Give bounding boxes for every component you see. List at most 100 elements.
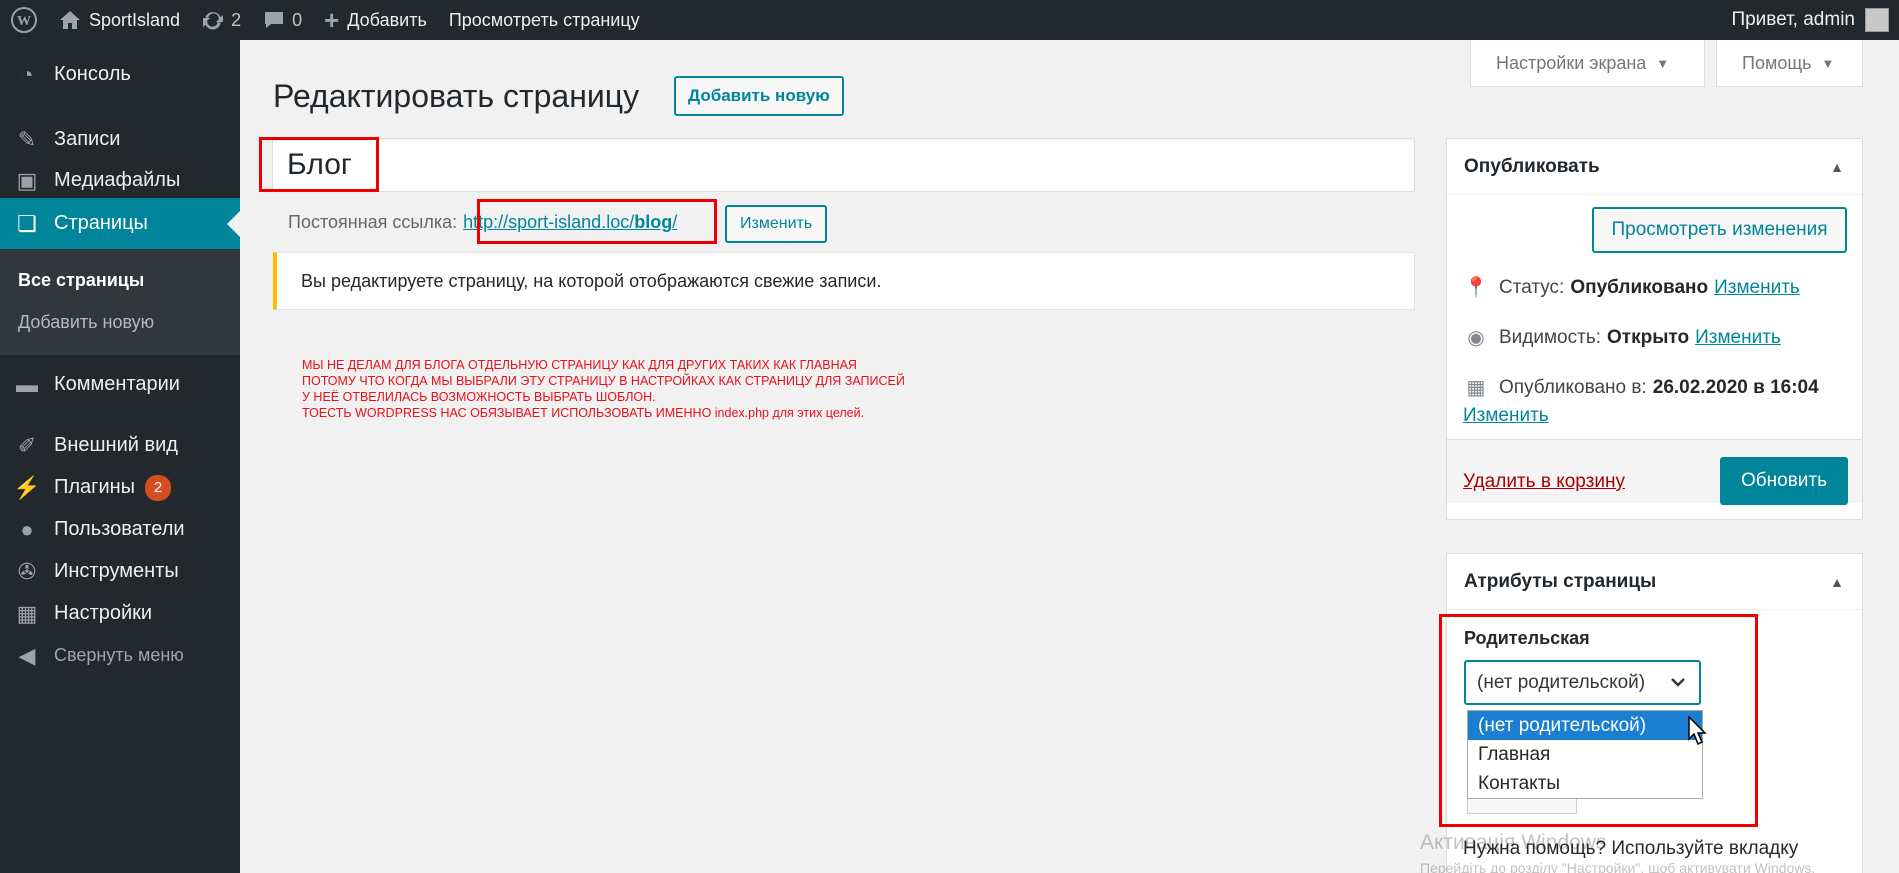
page-title: Редактировать страницу [273, 78, 640, 114]
pages-icon: ❏ [17, 210, 37, 236]
wordpress-logo-icon[interactable]: W [0, 0, 48, 40]
calendar-icon: ▦ [1466, 377, 1486, 399]
screen-options-label: Настройки экрана [1496, 52, 1647, 73]
comment-icon: ▬ [16, 371, 38, 397]
menu-label: Медиафайлы [54, 169, 181, 191]
admin-sidebar: ◔ Консоль ✎ Записи ▣ Медиафайлы ❏ Страни… [0, 40, 240, 873]
eye-icon: ◉ [1467, 327, 1485, 349]
add-new-page-button[interactable]: Добавить новую [674, 76, 844, 116]
status-row: 📍 Статус: Опубликовано Изменить [1463, 275, 1800, 300]
notice-text: Вы редактируете страницу, на которой ото… [301, 270, 882, 291]
help-button[interactable]: Помощь ▼ [1716, 40, 1863, 87]
wrench-icon: ✇ [17, 558, 37, 584]
publish-box: Опубликовать ▲ Просмотреть изменения 📍 С… [1446, 138, 1863, 520]
published-label: Опубликовано в: [1499, 376, 1647, 398]
help-text: Нужна помощь? Используйте вкладку [1463, 838, 1799, 859]
parent-select[interactable]: (нет родительской) [1464, 660, 1701, 705]
edit-date-link[interactable]: Изменить [1463, 405, 1549, 427]
plus-icon: + [324, 4, 340, 35]
admin-bar: W SportIsland 2 0 + Добавить Просмотреть… [0, 0, 1899, 40]
published-date-row: ▦ Опубликовано в: 26.02.2020 в 16:04 [1463, 375, 1819, 400]
collapse-arrow-icon: ◀ [18, 642, 36, 668]
screen-options-button[interactable]: Настройки экрана ▼ [1470, 40, 1705, 87]
view-page-link[interactable]: Просмотреть страницу [438, 0, 651, 40]
pin-icon: 📍 [1463, 277, 1489, 299]
update-button[interactable]: Обновить [1720, 457, 1848, 505]
permalink-link[interactable]: http://sport-island.loc/blog/ [463, 212, 677, 233]
menu-pages[interactable]: ❏ Страницы [0, 198, 240, 249]
edit-status-link[interactable]: Изменить [1714, 277, 1800, 299]
add-new-menu[interactable]: + Добавить [313, 0, 438, 40]
pin-icon: ✎ [17, 126, 37, 152]
annotation-line: ТОЕСТЬ WORDPRESS НАС ОБЯЗЫВАЕТ ИСПОЛЬЗОВ… [302, 406, 865, 420]
annotation-line: У НЕЁ ОТВЕЛИЛАСЬ ВОЗМОЖНОСТЬ ВЫБРАТЬ ШОБ… [302, 390, 656, 404]
menu-label: Записи [54, 128, 121, 150]
home-icon [60, 11, 80, 29]
submenu-add-new[interactable]: Добавить новую [0, 301, 240, 343]
annotation-line: МЫ НЕ ДЕЛАМ ДЛЯ БЛОГА ОТДЕЛЬНУЮ СТРАНИЦУ… [302, 358, 857, 372]
svg-text:W: W [17, 14, 31, 29]
site-name: SportIsland [89, 9, 181, 30]
submenu-all-pages[interactable]: Все страницы [0, 259, 240, 301]
windows-activation-subtext: Перейдіть до розділу "Настройки", щоб ак… [1420, 860, 1816, 873]
permalink-slug: blog [634, 212, 673, 232]
menu-label: Страницы [54, 212, 148, 234]
parent-selected-value: (нет родительской) [1477, 671, 1646, 693]
menu-label: Внешний вид [54, 434, 178, 456]
parent-option[interactable]: Главная [1468, 740, 1702, 769]
annotation-line: ПОТОМУ ЧТО КОГДА МЫ ВЫБРАЛИ ЭТУ СТРАНИЦУ… [302, 374, 905, 388]
menu-comments[interactable]: ▬ Комментарии [0, 359, 240, 410]
visibility-value: Открыто [1607, 326, 1690, 348]
title-input[interactable]: Блог [272, 138, 1415, 192]
comment-bubble-icon [265, 12, 284, 28]
preview-changes-button[interactable]: Просмотреть изменения [1592, 207, 1847, 253]
menu-label: Консоль [54, 63, 131, 85]
mouse-cursor-icon [1688, 716, 1707, 746]
status-label: Статус: [1499, 276, 1565, 298]
my-account-menu[interactable]: Привет, admin [1731, 0, 1899, 40]
menu-label: Пользователи [54, 518, 185, 540]
parent-option[interactable]: (нет родительской) [1468, 711, 1702, 740]
permalink-row: Постоянная ссылка: http://sport-island.l… [288, 212, 677, 233]
static-page-notice: Вы редактируете страницу, на которой ото… [273, 252, 1415, 310]
caret-down-icon: ▼ [1821, 55, 1835, 71]
attributes-title: Атрибуты страницы [1464, 570, 1657, 592]
menu-label: Плагины [54, 476, 136, 498]
permalink-label: Постоянная ссылка: [288, 212, 458, 232]
parent-option[interactable]: Контакты [1468, 769, 1702, 798]
visibility-label: Видимость: [1499, 326, 1601, 348]
move-to-trash-link[interactable]: Удалить в корзину [1463, 471, 1625, 493]
pages-submenu: Все страницы Добавить новую [0, 249, 240, 355]
menu-dashboard[interactable]: ◔ Консоль [0, 49, 240, 100]
edit-slug-button[interactable]: Изменить [725, 205, 828, 243]
updates-count: 2 [231, 9, 242, 30]
site-name-link[interactable]: SportIsland [48, 0, 191, 40]
collapse-up-icon[interactable]: ▲ [1830, 159, 1844, 175]
attributes-box-header[interactable]: Атрибуты страницы ▲ [1447, 554, 1862, 610]
collapse-up-icon[interactable]: ▲ [1830, 574, 1844, 590]
collapse-menu-button[interactable]: ◀ Свернуть меню [0, 630, 240, 681]
publish-box-header[interactable]: Опубликовать ▲ [1447, 139, 1862, 195]
visibility-row: ◉ Видимость: Открыто Изменить [1463, 325, 1781, 350]
title-value: Блог [287, 148, 352, 181]
menu-label: Комментарии [54, 373, 180, 395]
settings-icon: ▦ [16, 600, 38, 626]
greeting: Привет, admin [1731, 9, 1855, 30]
comments-count: 0 [292, 9, 303, 30]
help-label: Помощь [1742, 52, 1812, 73]
menu-label: Инструменты [54, 560, 179, 582]
users-icon: ● [20, 516, 34, 542]
dashboard-icon: ◔ [20, 61, 34, 87]
updates-link[interactable]: 2 [191, 0, 252, 40]
comments-link[interactable]: 0 [252, 0, 313, 40]
view-page-label: Просмотреть страницу [448, 9, 640, 30]
brush-icon: ✐ [17, 432, 37, 458]
permalink-base: http://sport-island.loc/ [463, 212, 635, 232]
plugin-icon: ⚡ [13, 474, 41, 500]
edit-visibility-link[interactable]: Изменить [1695, 327, 1781, 349]
refresh-icon [203, 11, 224, 30]
caret-down-icon: ▼ [1656, 55, 1670, 71]
permalink-trail: / [672, 212, 678, 232]
avatar [1865, 8, 1889, 32]
publish-title: Опубликовать [1464, 155, 1600, 177]
